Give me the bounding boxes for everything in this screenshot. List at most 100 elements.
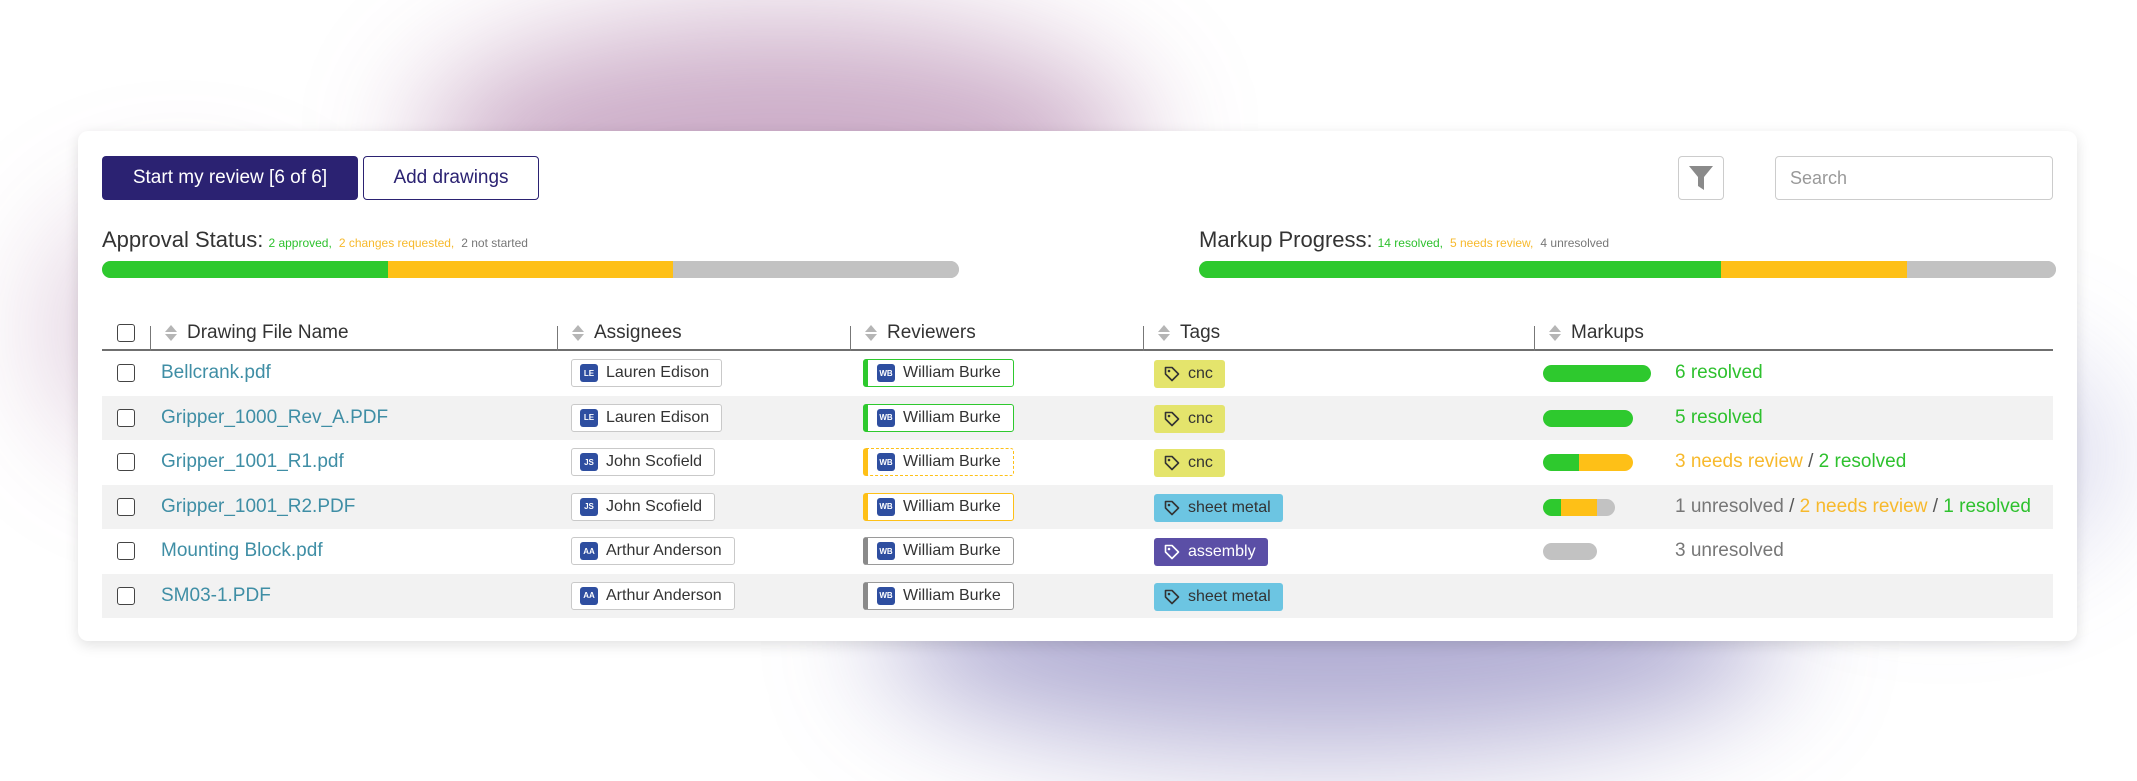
add-drawings-button[interactable]: Add drawings	[363, 156, 539, 200]
drawing-file-link[interactable]: Gripper_1001_R2.PDF	[161, 496, 355, 518]
column-divider	[150, 326, 151, 351]
markup-bar	[1543, 543, 1597, 560]
avatar: WB	[877, 586, 895, 605]
changes-requested-segment	[387, 261, 674, 278]
reviewer-name: William Burke	[903, 364, 1001, 381]
table-header: Drawing File Name Assignees Reviewers Ta…	[102, 316, 2053, 351]
header-assignees[interactable]: Assignees	[572, 321, 682, 345]
select-all-checkbox[interactable]	[117, 324, 135, 342]
filter-icon	[1689, 166, 1713, 190]
header-markups[interactable]: Markups	[1549, 321, 1644, 345]
tag-badge[interactable]: cnc	[1154, 360, 1225, 388]
row-checkbox[interactable]	[117, 497, 135, 516]
markup-progress-bar	[1199, 261, 2056, 278]
markup-count: 3 needs review	[1675, 451, 1803, 472]
table-row[interactable]: Bellcrank.pdf LE Lauren Edison WB William Bu…	[102, 351, 2053, 396]
sort-icon	[865, 325, 877, 341]
approval-status: Approval Status: 2 approved, 2 changes r…	[102, 227, 959, 278]
start-review-button[interactable]: Start my review [6 of 6]	[102, 156, 358, 200]
reviewer-chip[interactable]: WB William Burke	[863, 537, 1014, 565]
drawing-file-link[interactable]: SM03-1.PDF	[161, 585, 271, 607]
markup-count: 2 resolved	[1818, 451, 1907, 472]
markup-progress: Markup Progress: 14 resolved, 5 needs re…	[1199, 227, 2056, 278]
table-row[interactable]: SM03-1.PDF AA Arthur Anderson WB William Bur…	[102, 573, 2053, 618]
reviewer-chip[interactable]: WB William Burke	[863, 359, 1014, 387]
header-reviewers[interactable]: Reviewers	[865, 321, 976, 345]
tag-icon	[1164, 366, 1180, 382]
needs-review-legend: 5 needs review,	[1450, 236, 1534, 250]
row-checkbox[interactable]	[117, 364, 135, 382]
markup-summary: 1 unresolved / 2 needs review / 1 resolv…	[1675, 496, 2031, 518]
tag-label: cnc	[1188, 454, 1213, 471]
unresolved-segment	[1906, 261, 2056, 278]
markup-summary: 3 needs review / 2 resolved	[1675, 451, 1906, 473]
header-tags-label: Tags	[1180, 322, 1221, 343]
tag-label: cnc	[1188, 365, 1213, 382]
tag-badge[interactable]: cnc	[1154, 449, 1225, 477]
header-tags[interactable]: Tags	[1158, 321, 1220, 345]
table-row[interactable]: Gripper_1000_Rev_A.PDF LE Lauren Edison WB W…	[102, 395, 2053, 440]
reviewer-chip[interactable]: WB William Burke	[863, 581, 1014, 610]
needs-review-segment	[1720, 261, 1907, 278]
resolved-segment	[1543, 454, 1579, 471]
assignee-name: John Scofield	[606, 497, 703, 515]
reviewer-chip[interactable]: WB William Burke	[863, 448, 1014, 476]
markup-bar	[1543, 409, 1633, 427]
approval-progress-bar	[102, 261, 959, 278]
reviewer-chip[interactable]: WB William Burke	[863, 403, 1014, 432]
assignee-chip[interactable]: AA Arthur Anderson	[571, 581, 735, 610]
tag-badge[interactable]: sheet metal	[1154, 493, 1283, 522]
markup-count: 5 resolved	[1675, 406, 1763, 428]
markup-count: 6 resolved	[1675, 362, 1763, 383]
assignee-chip[interactable]: LE Lauren Edison	[571, 359, 723, 387]
reviewer-name: William Burke	[903, 586, 1001, 604]
tag-icon	[1164, 589, 1180, 604]
assignee-name: Lauren Edison	[606, 364, 710, 381]
avatar: WB	[877, 453, 895, 471]
table-row[interactable]: Gripper_1001_R2.PDF JS John Scofield WB Will…	[102, 484, 2053, 529]
drawing-file-link[interactable]: Gripper_1001_R1.pdf	[161, 451, 344, 473]
table-row[interactable]: Gripper_1001_R1.pdf JS John Scofield WB Will…	[102, 440, 2053, 485]
drawing-file-link[interactable]: Gripper_1000_Rev_A.PDF	[161, 407, 388, 429]
row-checkbox[interactable]	[117, 586, 135, 605]
header-markups-label: Markups	[1571, 322, 1644, 343]
tag-label: cnc	[1188, 409, 1213, 427]
avatar: WB	[877, 497, 895, 516]
tag-badge[interactable]: sheet metal	[1154, 582, 1283, 611]
assignee-chip[interactable]: JS John Scofield	[571, 448, 716, 476]
row-checkbox[interactable]	[117, 542, 135, 560]
tag-badge[interactable]: assembly	[1154, 538, 1268, 566]
not-started-legend: 2 not started	[461, 236, 528, 250]
search-input[interactable]	[1775, 156, 2053, 200]
header-name[interactable]: Drawing File Name	[165, 321, 349, 345]
avatar: WB	[877, 408, 895, 427]
avatar: AA	[580, 586, 598, 605]
avatar: WB	[877, 542, 895, 560]
assignee-name: John Scofield	[606, 453, 703, 470]
avatar: WB	[877, 364, 895, 382]
tag-label: sheet metal	[1188, 587, 1271, 605]
sort-icon	[572, 325, 584, 341]
assignee-chip[interactable]: LE Lauren Edison	[571, 403, 723, 432]
row-checkbox[interactable]	[117, 453, 135, 471]
header-reviewers-label: Reviewers	[887, 322, 976, 343]
unresolved-segment	[1597, 498, 1615, 516]
filter-button[interactable]	[1678, 156, 1724, 200]
reviewer-chip[interactable]: WB William Burke	[863, 492, 1014, 521]
drawing-file-link[interactable]: Bellcrank.pdf	[161, 362, 271, 384]
reviewer-name: William Burke	[903, 453, 1001, 470]
table-row[interactable]: Mounting Block.pdf AA Arthur Anderson WB Wil…	[102, 529, 2053, 574]
markup-count: 3 unresolved	[1675, 540, 1784, 561]
review-panel: Start my review [6 of 6] Add drawings Ap…	[78, 131, 2077, 641]
column-divider	[1534, 326, 1535, 351]
avatar: AA	[580, 542, 598, 560]
sort-icon	[1158, 325, 1170, 341]
assignee-chip[interactable]: AA Arthur Anderson	[571, 537, 735, 565]
markup-bar	[1543, 454, 1633, 471]
column-divider	[557, 326, 558, 351]
row-checkbox[interactable]	[117, 408, 135, 427]
tag-badge[interactable]: cnc	[1154, 404, 1225, 433]
assignee-chip[interactable]: JS John Scofield	[571, 492, 716, 521]
drawing-file-link[interactable]: Mounting Block.pdf	[161, 540, 323, 562]
avatar: LE	[580, 364, 598, 382]
